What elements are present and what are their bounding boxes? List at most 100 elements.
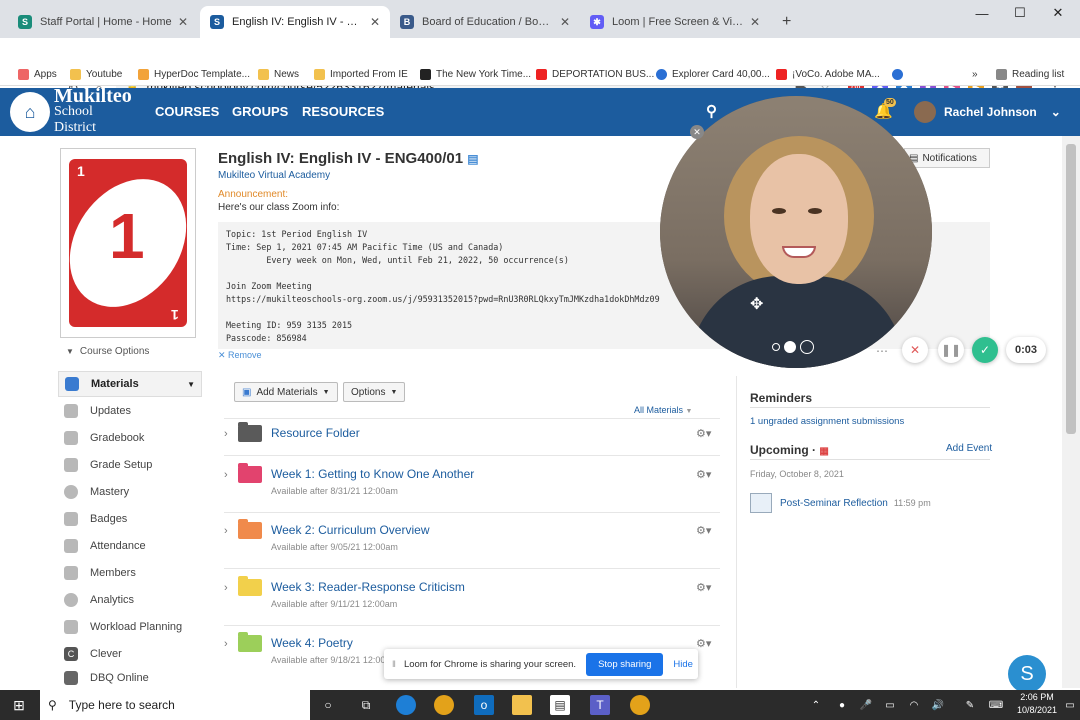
- tray-chevron-up-icon[interactable]: ⌃: [806, 695, 826, 715]
- file-explorer-icon[interactable]: [512, 695, 532, 715]
- ungraded-submissions-link[interactable]: 1 ungraded assignment submissions: [750, 416, 904, 427]
- sidebar-item-mastery[interactable]: Mastery: [58, 479, 202, 505]
- outlook-icon[interactable]: o: [474, 695, 494, 715]
- event-name[interactable]: Post-Seminar Reflection: [780, 498, 888, 509]
- gear-icon[interactable]: ⚙▾: [696, 427, 711, 440]
- gear-icon[interactable]: ⚙▾: [696, 524, 711, 537]
- drag-handle-icon[interactable]: ‖: [392, 659, 396, 670]
- sidebar-item-updates[interactable]: Updates: [58, 398, 202, 424]
- nav-groups[interactable]: GROUPS: [232, 104, 288, 119]
- chevron-right-icon[interactable]: ›: [224, 469, 228, 481]
- sidebar-item-workload-planning[interactable]: Workload Planning: [58, 614, 202, 640]
- task-view-icon[interactable]: ⧉: [356, 695, 376, 715]
- gear-icon[interactable]: ⚙▾: [696, 468, 711, 481]
- bubble-size-selector[interactable]: [772, 340, 814, 354]
- course-info-icon[interactable]: ▤: [467, 152, 478, 166]
- pen-icon[interactable]: ✎: [960, 695, 980, 715]
- sidebar-item-clever[interactable]: C Clever: [58, 641, 202, 667]
- wifi-icon[interactable]: ◠: [904, 695, 924, 715]
- maximize-icon[interactable]: ☐: [1002, 0, 1038, 26]
- chrome-icon[interactable]: [434, 695, 454, 715]
- district-logo[interactable]: ⌂ Mukilteo School District: [10, 86, 138, 135]
- sidebar-item-members[interactable]: Members: [58, 560, 202, 586]
- bookmark-youtube[interactable]: Youtube: [70, 66, 122, 82]
- folder-name[interactable]: Resource Folder: [271, 426, 360, 440]
- bookmark-news[interactable]: News: [258, 66, 299, 82]
- keyboard-icon[interactable]: ⌨: [986, 695, 1006, 715]
- size-large-dot[interactable]: [800, 340, 814, 354]
- floating-help-button[interactable]: S: [1008, 655, 1046, 693]
- school-link[interactable]: Mukilteo Virtual Academy: [218, 170, 330, 181]
- tab-loom[interactable]: ✱ Loom | Free Screen & Video Reco... ✕: [580, 6, 770, 38]
- options-button[interactable]: Options ▼: [343, 382, 406, 402]
- battery-icon[interactable]: ▭: [880, 695, 900, 715]
- sidebar-item-analytics[interactable]: Analytics: [58, 587, 202, 613]
- edge-icon[interactable]: [396, 695, 416, 715]
- bookmark-extra[interactable]: [892, 66, 908, 82]
- gear-icon[interactable]: ⚙▾: [696, 581, 711, 594]
- bookmarks-overflow-icon[interactable]: »: [972, 66, 978, 82]
- nav-courses[interactable]: COURSES: [155, 104, 219, 119]
- sidebar-item-badges[interactable]: Badges: [58, 506, 202, 532]
- close-icon[interactable]: ✕: [178, 15, 188, 29]
- scrollbar-thumb[interactable]: [1066, 144, 1076, 434]
- taskbar-clock[interactable]: 2:06 PM 10/8/2021: [1012, 691, 1062, 717]
- add-materials-button[interactable]: ▣ Add Materials ▼: [234, 382, 338, 402]
- list-item[interactable]: › Week 2: Curriculum Overview Available …: [224, 519, 724, 568]
- close-icon[interactable]: ✕: [560, 15, 570, 29]
- chrome-active-icon[interactable]: [630, 695, 650, 715]
- folder-name[interactable]: Week 3: Reader-Response Criticism: [271, 580, 465, 594]
- user-menu[interactable]: Rachel Johnson ⌄: [914, 101, 1061, 123]
- minimize-icon[interactable]: —: [964, 0, 1000, 26]
- folder-name[interactable]: Week 2: Curriculum Overview: [271, 523, 429, 537]
- all-materials-filter[interactable]: All Materials ▼: [634, 405, 692, 415]
- chevron-right-icon[interactable]: ›: [224, 638, 228, 650]
- notepad-icon[interactable]: ▤: [550, 695, 570, 715]
- page-scrollbar[interactable]: [1062, 136, 1080, 688]
- size-small-dot[interactable]: [772, 343, 780, 351]
- folder-name[interactable]: Week 4: Poetry: [271, 636, 353, 650]
- reading-list[interactable]: Reading list: [996, 66, 1064, 82]
- folder-name[interactable]: Week 1: Getting to Know One Another: [271, 467, 474, 481]
- list-item[interactable]: › Week 1: Getting to Know One Another Av…: [224, 463, 724, 512]
- gear-icon[interactable]: ⚙▾: [696, 637, 711, 650]
- microphone-icon[interactable]: 🎤: [856, 695, 876, 715]
- new-tab-button[interactable]: +: [772, 6, 798, 38]
- delete-recording-button[interactable]: ✕: [902, 337, 928, 363]
- list-item[interactable]: › Week 3: Reader-Response Criticism Avai…: [224, 576, 724, 625]
- close-icon[interactable]: ✕: [370, 15, 380, 29]
- more-options-icon[interactable]: ⋯: [876, 344, 888, 358]
- bookmark-explorer[interactable]: Explorer Card 40,00...: [656, 66, 770, 82]
- bookmark-apps[interactable]: Apps: [18, 66, 57, 82]
- teams-icon[interactable]: T: [590, 695, 610, 715]
- cortana-icon[interactable]: ○: [318, 695, 338, 715]
- size-medium-dot[interactable]: [784, 341, 796, 353]
- list-item[interactable]: › Resource Folder ⚙▾: [224, 422, 724, 455]
- bookmark-deportation[interactable]: DEPORTATION BUS...: [536, 66, 654, 82]
- tray-app-icon[interactable]: ●: [832, 695, 852, 715]
- bookmark-imported[interactable]: Imported From IE: [314, 66, 408, 82]
- taskbar-search[interactable]: ⚲ Type here to search: [40, 690, 310, 720]
- add-event-link[interactable]: Add Event: [946, 443, 992, 454]
- close-icon[interactable]: ✕: [750, 15, 760, 29]
- bookmark-nytimes[interactable]: The New York Time...: [420, 66, 531, 82]
- tab-board-of-education[interactable]: B Board of Education / Board Polic... ✕: [390, 6, 580, 38]
- volume-icon[interactable]: 🔊: [928, 695, 948, 715]
- nav-resources[interactable]: RESOURCES: [302, 104, 384, 119]
- finish-recording-button[interactable]: ✓: [972, 337, 998, 363]
- sidebar-item-grade-setup[interactable]: Grade Setup: [58, 452, 202, 478]
- windows-start-icon[interactable]: ⊞: [9, 695, 29, 715]
- sidebar-item-dbq-online[interactable]: DBQ Online: [58, 668, 202, 688]
- close-bubble-icon[interactable]: ✕: [690, 125, 704, 139]
- stop-sharing-button[interactable]: Stop sharing: [586, 652, 664, 676]
- calendar-icon[interactable]: ▦: [819, 446, 828, 457]
- tab-staff-portal[interactable]: S Staff Portal | Home - Home ✕: [8, 6, 198, 38]
- hide-button[interactable]: Hide: [673, 659, 693, 670]
- chevron-right-icon[interactable]: ›: [224, 525, 228, 537]
- pause-recording-button[interactable]: ❚❚: [938, 337, 964, 363]
- bookmark-voco[interactable]: ¡VoCo. Adobe MA...: [776, 66, 880, 82]
- bookmark-hyperdoc[interactable]: HyperDoc Template...: [138, 66, 250, 82]
- close-window-icon[interactable]: ✕: [1040, 0, 1076, 26]
- course-options[interactable]: ▼ Course Options: [66, 346, 149, 357]
- sidebar-item-attendance[interactable]: Attendance: [58, 533, 202, 559]
